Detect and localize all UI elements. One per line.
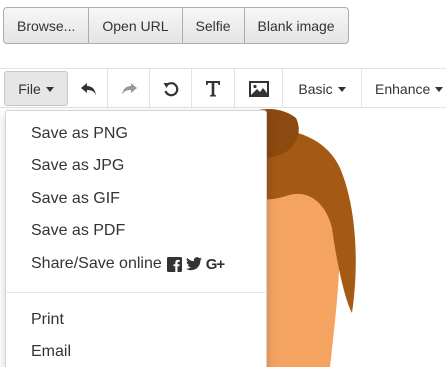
- save-as-jpg-item[interactable]: Save as JPG: [6, 150, 266, 182]
- image-tool-button[interactable]: [235, 69, 283, 108]
- image-source-button-group: Browse... Open URL Selfie Blank image: [3, 7, 349, 44]
- image-icon: [248, 80, 269, 97]
- basic-menu-label: Basic: [298, 80, 333, 97]
- basic-menu-button[interactable]: Basic: [283, 69, 362, 108]
- redo-button[interactable]: [108, 69, 150, 108]
- rotate-button[interactable]: [150, 69, 192, 108]
- redo-icon: [121, 82, 137, 95]
- menu-item-label: Print: [31, 311, 64, 328]
- enhance-menu-button[interactable]: Enhance: [362, 69, 446, 108]
- file-menu-label: File: [18, 80, 41, 97]
- facebook-icon: [166, 256, 182, 272]
- undo-icon: [80, 82, 96, 95]
- menu-divider: [6, 292, 266, 293]
- save-as-png-item[interactable]: Save as PNG: [6, 118, 266, 150]
- menu-item-label: Save as PDF: [31, 222, 126, 239]
- open-url-button[interactable]: Open URL: [89, 8, 183, 43]
- email-item[interactable]: Email: [6, 336, 266, 367]
- enhance-menu-label: Enhance: [375, 80, 431, 97]
- google-plus-icon: G+: [205, 255, 225, 273]
- caret-down-icon: [337, 87, 346, 92]
- menu-item-label: Save as GIF: [31, 190, 120, 207]
- blank-image-button[interactable]: Blank image: [245, 8, 348, 43]
- caret-down-icon: [45, 87, 54, 92]
- text-tool-button[interactable]: [192, 69, 235, 108]
- text-icon: [206, 81, 220, 97]
- social-icons: G+: [166, 255, 225, 273]
- print-item[interactable]: Print: [6, 304, 266, 336]
- menu-item-label: Save as JPG: [31, 157, 125, 174]
- menu-item-label: Email: [31, 343, 72, 360]
- save-as-gif-item[interactable]: Save as GIF: [6, 183, 266, 215]
- file-dropdown-menu: Save as PNG Save as JPG Save as GIF Save…: [5, 110, 267, 367]
- menu-item-label: Save as PNG: [31, 125, 128, 142]
- share-save-online-item[interactable]: Share/Save online G+: [6, 248, 266, 280]
- menu-item-label: Share/Save online: [31, 255, 162, 272]
- twitter-icon: [185, 257, 202, 271]
- selfie-button[interactable]: Selfie: [183, 8, 245, 43]
- caret-down-icon: [435, 87, 444, 92]
- rotate-icon: [163, 81, 178, 96]
- save-as-pdf-item[interactable]: Save as PDF: [6, 215, 266, 247]
- undo-button[interactable]: [70, 69, 108, 108]
- editor-toolbar: File Basic Enhance: [0, 68, 446, 108]
- file-menu-button[interactable]: File: [4, 71, 68, 106]
- browse-button[interactable]: Browse...: [4, 8, 90, 43]
